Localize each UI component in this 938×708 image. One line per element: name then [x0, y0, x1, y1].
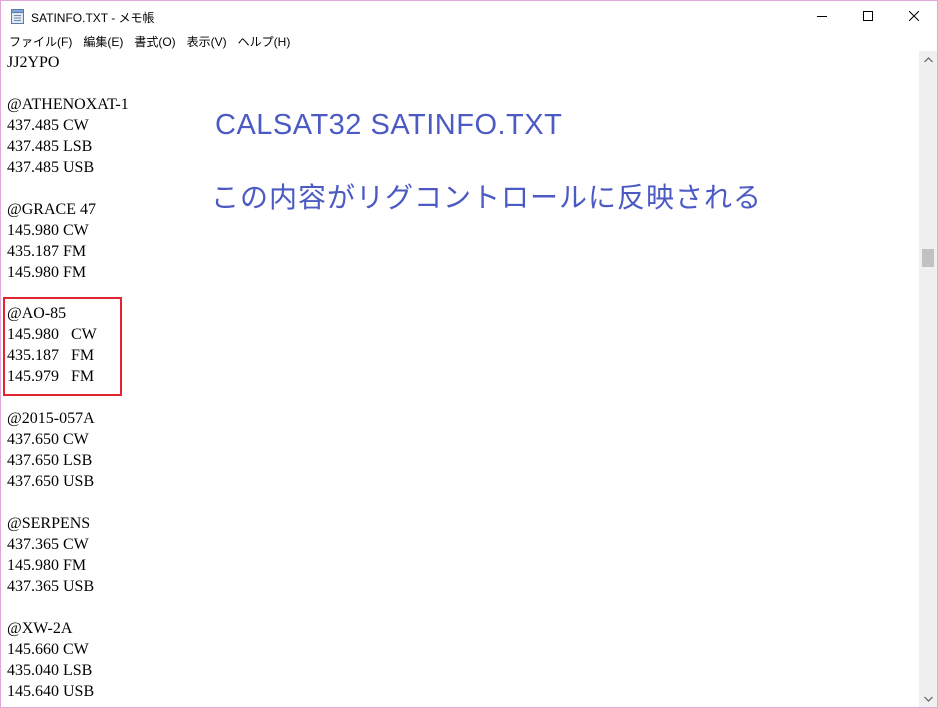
highlight-box	[3, 297, 122, 396]
text-line: 437.485 USB	[7, 158, 95, 176]
menu-bar: ファイル(F) 編集(E) 書式(O) 表示(V) ヘルプ(H)	[1, 31, 937, 51]
annotation-title: CALSAT32 SATINFO.TXT	[215, 109, 563, 141]
text-line: @GRACE 47	[7, 200, 96, 218]
text-line: @2015-057A	[7, 410, 95, 428]
minimize-button[interactable]	[799, 1, 845, 31]
text-line: 437.650 CW	[7, 431, 89, 449]
text-line: 437.650 USB	[7, 473, 95, 490]
close-icon	[909, 11, 919, 21]
text-line: 435.040 LSB	[7, 661, 93, 679]
menu-view[interactable]: 表示(V)	[183, 33, 231, 50]
notepad-window: SATINFO.TXT - メモ帳 ファイル(F) 編集(E) 書式(O) 表示…	[0, 0, 938, 708]
chevron-down-icon	[923, 696, 933, 702]
text-line: 145.660 CW	[7, 640, 89, 658]
chevron-up-icon	[923, 56, 933, 62]
vertical-scrollbar[interactable]	[919, 51, 937, 707]
notepad-icon	[11, 9, 24, 24]
text-line: 145.980 FM	[7, 556, 87, 574]
text-line: 145.980 FM	[7, 263, 87, 281]
text-line: 437.365 USB	[7, 577, 95, 595]
annotation-subtitle: この内容がリグコントロールに反映される	[211, 182, 763, 213]
scrollbar-thumb[interactable]	[922, 249, 934, 268]
text-line: 437.485 CW	[7, 116, 89, 134]
scroll-down-button[interactable]	[919, 690, 937, 707]
text-line: @XW-2A	[7, 619, 73, 637]
text-line: @ATHENOXAT-1	[7, 95, 129, 113]
text-line: JJ2YPO	[7, 54, 60, 71]
title-bar[interactable]: SATINFO.TXT - メモ帳	[1, 1, 937, 31]
text-line: 145.640 USB	[7, 682, 95, 700]
maximize-icon	[863, 11, 873, 21]
minimize-icon	[817, 16, 827, 17]
menu-file[interactable]: ファイル(F)	[5, 33, 76, 50]
menu-edit[interactable]: 編集(E)	[79, 33, 127, 50]
text-line: 437.365 CW	[7, 535, 89, 553]
text-line: 145.980 CW	[7, 221, 89, 239]
menu-help[interactable]: ヘルプ(H)	[234, 33, 295, 50]
scroll-up-button[interactable]	[919, 51, 937, 68]
text-line: 437.485 LSB	[7, 137, 93, 155]
window-title: SATINFO.TXT - メモ帳	[31, 11, 155, 25]
text-line: @SERPENS	[7, 514, 91, 532]
text-editor[interactable]: 145.640 USB 435.040 LSB 145.660 CW @XW-2A 43…	[1, 51, 919, 707]
text-line: 437.650 LSB	[7, 452, 93, 470]
text-line: 435.187 FM	[7, 242, 87, 260]
menu-format[interactable]: 書式(O)	[130, 33, 179, 50]
close-button[interactable]	[891, 1, 937, 31]
maximize-button[interactable]	[845, 1, 891, 31]
